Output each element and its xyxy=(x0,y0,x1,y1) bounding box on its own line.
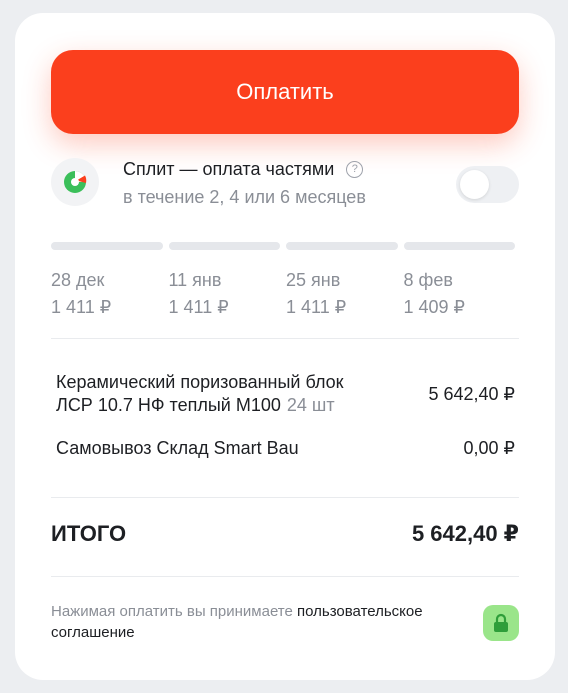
split-title: Сплит — оплата частями xyxy=(123,159,335,179)
item-name-line: Керамический поризованный блок xyxy=(56,372,344,392)
schedule-amount: 1 411 ₽ xyxy=(168,297,229,317)
item-price: 5 642,40 ₽ xyxy=(428,383,515,404)
item-name: Керамический поризованный блок ЛСР 10.7 … xyxy=(56,371,344,417)
item-name-line2: ЛСР 10.7 НФ теплый М100 xyxy=(56,395,281,415)
payment-schedule: 28 дек 1 411 ₽ 11 янв 1 411 ₽ 25 янв 1 4… xyxy=(51,242,515,318)
schedule-progress-bar xyxy=(168,242,280,250)
divider xyxy=(51,338,519,339)
schedule-date: 11 янв xyxy=(168,270,222,290)
terms-notice: Нажимая оплатить вы принимаете пользоват… xyxy=(51,601,471,643)
schedule-item: 25 янв 1 411 ₽ xyxy=(286,242,398,318)
schedule-progress-bar xyxy=(51,242,163,250)
total-label: ИТОГО xyxy=(51,521,127,546)
schedule-amount: 1 409 ₽ xyxy=(403,297,466,317)
schedule-amount: 1 411 ₽ xyxy=(51,297,112,317)
lock-icon xyxy=(483,605,519,641)
total-row: ИТОГО 5 642,40 ₽ xyxy=(51,521,519,547)
schedule-amount: 1 411 ₽ xyxy=(286,297,347,317)
schedule-date: 28 дек xyxy=(51,270,105,290)
question-circle-icon[interactable]: ? xyxy=(346,161,364,178)
schedule-progress-bar xyxy=(403,242,515,250)
item-name: Самовывоз Склад Smart Bau xyxy=(56,438,299,458)
order-line-item: Керамический поризованный блок ЛСР 10.7 … xyxy=(56,371,515,417)
total-value: 5 642,40 ₽ xyxy=(411,521,519,546)
schedule-item: 28 дек 1 411 ₽ xyxy=(51,242,163,318)
item-quantity: 24 шт xyxy=(286,395,335,415)
schedule-item: 8 фев 1 409 ₽ xyxy=(403,242,515,318)
split-toggle[interactable] xyxy=(456,166,519,203)
toggle-knob xyxy=(460,170,489,199)
schedule-date: 8 фев xyxy=(403,270,453,290)
split-subtitle: в течение 2, 4 или 6 месяцев xyxy=(123,187,366,207)
payment-card: Оплатить Сплит — оплата частями ? в тече… xyxy=(15,13,555,680)
order-line-item: Самовывоз Склад Smart Bau 0,00 ₽ xyxy=(56,437,515,460)
divider xyxy=(51,497,519,498)
schedule-progress-bar xyxy=(286,242,398,250)
schedule-date: 25 янв xyxy=(286,270,341,290)
split-title-row: Сплит — оплата частями ? xyxy=(123,159,364,180)
item-price: 0,00 ₽ xyxy=(463,438,516,458)
divider xyxy=(51,576,519,577)
item-name-line: ЛСР 10.7 НФ теплый М100 24 шт xyxy=(56,394,344,417)
pay-button[interactable]: Оплатить xyxy=(51,50,519,134)
schedule-item: 11 янв 1 411 ₽ xyxy=(168,242,280,318)
terms-text: Нажимая оплатить вы принимаете xyxy=(51,603,297,620)
split-logo-icon xyxy=(51,158,99,206)
